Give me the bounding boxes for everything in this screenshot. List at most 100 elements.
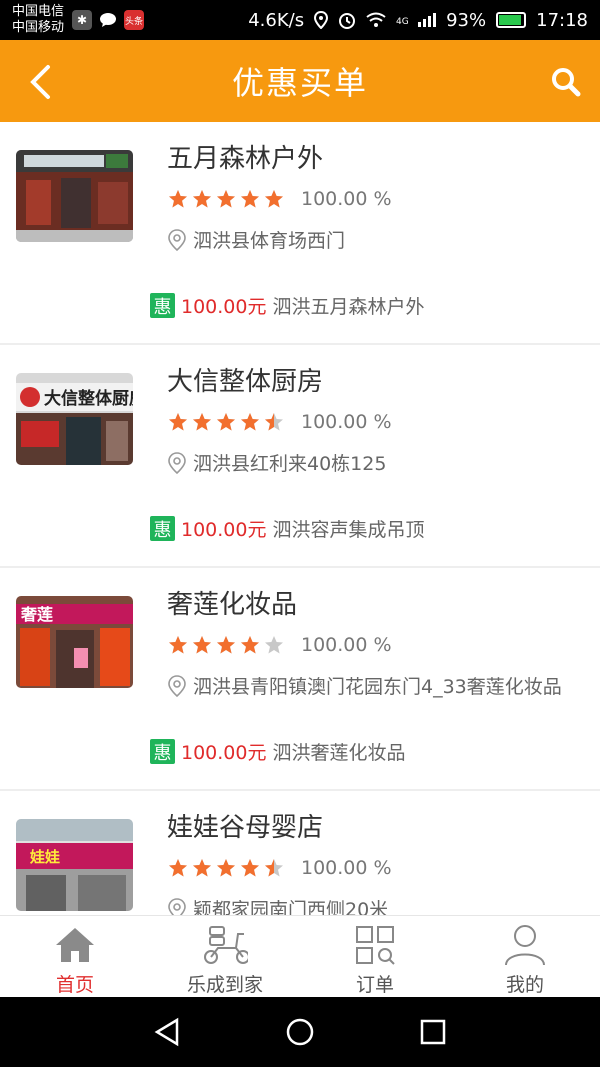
search-button[interactable] bbox=[546, 62, 586, 102]
store-card[interactable]: 五月森林户外 100.00 % 泗洪县体育场西门 惠 100.00元 泗洪五月森… bbox=[0, 122, 600, 345]
star-icon bbox=[265, 190, 283, 208]
square-recents-icon bbox=[421, 1019, 446, 1045]
star-icon bbox=[169, 859, 187, 877]
chevron-left-icon bbox=[30, 65, 50, 99]
star-icon bbox=[217, 190, 235, 208]
store-card[interactable]: 娃娃 娃娃谷母婴店 100.00 % 颖都家园南门西侧20米 bbox=[0, 791, 600, 915]
deal-name: 泗洪奢莲化妆品 bbox=[272, 742, 406, 764]
deal-row[interactable]: 惠 100.00元 泗洪奢莲化妆品 bbox=[150, 738, 406, 765]
network-type: 4G bbox=[396, 17, 409, 27]
store-name: 奢莲化妆品 bbox=[167, 590, 298, 620]
store-name: 五月森林户外 bbox=[167, 144, 324, 174]
star-icon bbox=[217, 636, 235, 654]
nav-label: 乐成到家 bbox=[186, 974, 263, 996]
rating-percent: 100.00 % bbox=[301, 634, 392, 656]
star-icon bbox=[241, 859, 259, 877]
scooter-icon bbox=[202, 922, 248, 968]
star-icon bbox=[265, 859, 283, 877]
network-speed: 4.6K/s bbox=[248, 9, 305, 31]
nav-profile[interactable]: 我的 bbox=[450, 916, 600, 997]
star-icon bbox=[265, 413, 283, 431]
thumbnail-sign-text: 大信整体厨房 bbox=[44, 388, 133, 409]
alarm-icon bbox=[339, 13, 356, 29]
clock: 17:18 bbox=[536, 9, 588, 31]
app-notification-icon: ✱ bbox=[72, 10, 93, 30]
carrier-2: 中国移动 bbox=[12, 20, 65, 35]
nav-label: 首页 bbox=[55, 974, 94, 996]
location-pin-icon bbox=[168, 674, 186, 697]
nav-home[interactable]: 首页 bbox=[0, 916, 150, 997]
store-thumbnail bbox=[16, 150, 133, 242]
deal-name: 泗洪五月森林户外 bbox=[272, 296, 425, 318]
deal-name: 泗洪容声集成吊顶 bbox=[272, 519, 425, 541]
wifi-icon bbox=[366, 12, 386, 27]
deal-row[interactable]: 惠 100.00元 泗洪五月森林户外 bbox=[150, 292, 425, 319]
rating-percent: 100.00 % bbox=[301, 188, 392, 210]
store-thumbnail: 大信整体厨房 bbox=[16, 373, 133, 465]
store-address: 泗洪县体育场西门 bbox=[193, 230, 346, 252]
store-card[interactable]: 奢莲 奢莲化妆品 100.00 % 泗洪县青阳镇澳门花园东门4_33奢莲化妆品 … bbox=[0, 568, 600, 791]
store-name: 大信整体厨房 bbox=[167, 367, 324, 397]
back-button[interactable] bbox=[20, 60, 60, 104]
battery-icon bbox=[496, 12, 527, 28]
triangle-back-icon bbox=[154, 1017, 178, 1047]
rating-percent: 100.00 % bbox=[301, 857, 392, 879]
deal-price: 100.00元 bbox=[181, 296, 267, 318]
home-icon bbox=[52, 922, 98, 968]
system-home-button[interactable] bbox=[280, 1012, 320, 1052]
nav-delivery[interactable]: 乐成到家 bbox=[150, 916, 300, 997]
star-icon bbox=[217, 859, 235, 877]
star-icon bbox=[241, 190, 259, 208]
store-card[interactable]: 大信整体厨房 大信整体厨房 100.00 % 泗洪县红利来40栋125 惠 10… bbox=[0, 345, 600, 568]
user-icon bbox=[502, 922, 548, 968]
chat-icon bbox=[98, 10, 118, 30]
bottom-nav: 首页 乐成到家 订单 我的 bbox=[0, 915, 600, 997]
nav-orders[interactable]: 订单 bbox=[300, 916, 450, 997]
thumbnail-sign-text: 奢莲 bbox=[20, 605, 53, 624]
location-pin-icon bbox=[168, 897, 186, 915]
store-address: 泗洪县红利来40栋125 bbox=[193, 453, 387, 475]
location-icon bbox=[314, 11, 329, 29]
system-back-button[interactable] bbox=[147, 1012, 187, 1052]
nav-label: 订单 bbox=[355, 974, 394, 996]
deal-price: 100.00元 bbox=[181, 742, 267, 764]
discount-badge: 惠 bbox=[150, 293, 175, 318]
page-title: 优惠买单 bbox=[231, 64, 368, 102]
order-grid-icon bbox=[352, 922, 398, 968]
star-icon bbox=[169, 190, 187, 208]
star-rating bbox=[167, 635, 285, 655]
discount-badge: 惠 bbox=[150, 739, 175, 764]
search-icon bbox=[552, 68, 581, 97]
star-icon bbox=[193, 636, 211, 654]
star-icon bbox=[193, 859, 211, 877]
status-bar: 中国电信 中国移动 ✱ 头条 4.6K/s 4G 93% 17:18 bbox=[0, 0, 600, 40]
star-icon bbox=[241, 413, 259, 431]
discount-badge: 惠 bbox=[150, 516, 175, 541]
deal-price: 100.00元 bbox=[181, 519, 267, 541]
carrier-info: 中国电信 中国移动 bbox=[12, 4, 64, 36]
rating-percent: 100.00 % bbox=[301, 411, 392, 433]
star-icon bbox=[169, 636, 187, 654]
top-app-bar: 优惠买单 bbox=[0, 40, 600, 122]
star-rating bbox=[167, 412, 285, 432]
star-icon bbox=[265, 636, 283, 654]
star-icon bbox=[217, 413, 235, 431]
store-address: 颖都家园南门西侧20米 bbox=[193, 899, 389, 915]
battery-percent: 93% bbox=[446, 9, 487, 31]
carrier-1: 中国电信 bbox=[12, 4, 65, 19]
signal-icon: 4G bbox=[396, 13, 437, 27]
system-nav-bar bbox=[0, 997, 600, 1067]
star-icon bbox=[193, 413, 211, 431]
location-pin-icon bbox=[168, 228, 186, 251]
store-list[interactable]: 五月森林户外 100.00 % 泗洪县体育场西门 惠 100.00元 泗洪五月森… bbox=[0, 122, 600, 915]
system-recents-button[interactable] bbox=[413, 1012, 453, 1052]
thumbnail-sign-text: 娃娃 bbox=[29, 848, 60, 866]
store-thumbnail: 奢莲 bbox=[16, 596, 133, 688]
news-app-icon: 头条 bbox=[124, 10, 145, 30]
star-icon bbox=[169, 413, 187, 431]
store-address: 泗洪县青阳镇澳门花园东门4_33奢莲化妆品 bbox=[193, 676, 562, 698]
store-thumbnail: 娃娃 bbox=[16, 819, 133, 911]
star-icon bbox=[241, 636, 259, 654]
deal-row[interactable]: 惠 100.00元 泗洪容声集成吊顶 bbox=[150, 515, 425, 542]
star-icon bbox=[193, 190, 211, 208]
